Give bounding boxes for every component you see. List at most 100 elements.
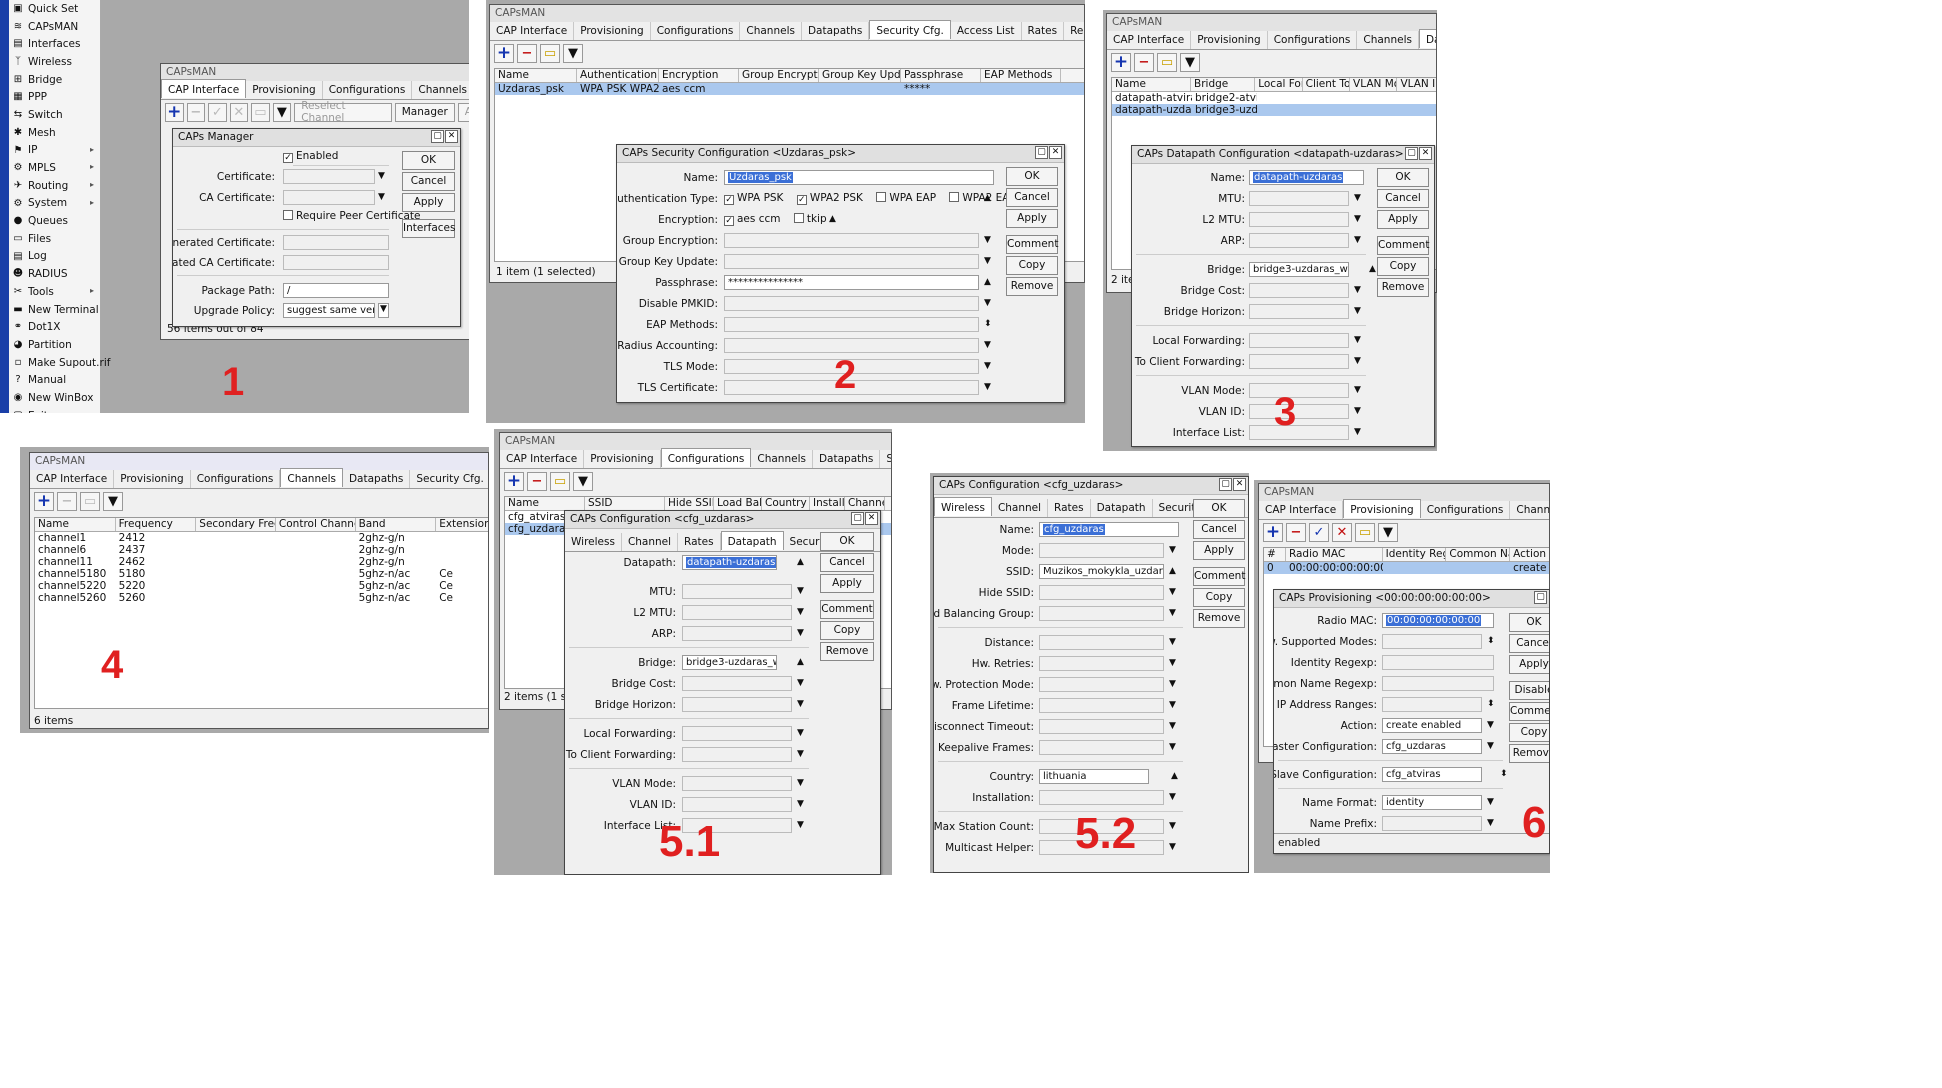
dropdown-icon[interactable]: ▼ — [1354, 306, 1361, 316]
menu-item-ppp[interactable]: ▦ PPP — [9, 88, 100, 106]
cancel-button[interactable]: Cancel — [1006, 188, 1058, 207]
dropdown-icon[interactable]: ▼ — [1354, 285, 1361, 295]
eap-radius-accounting-field[interactable] — [724, 338, 979, 353]
tab-cap-interface[interactable]: CAP Interface — [490, 22, 575, 40]
vlan-id-field[interactable] — [682, 797, 792, 812]
remove-button[interactable]: − — [517, 43, 537, 63]
l2mtu-field[interactable] — [682, 605, 792, 620]
country-field[interactable]: lithuania — [1039, 769, 1149, 784]
table-row[interactable]: channel5220 5220 5ghz-n/ac Ce — [35, 580, 488, 592]
comment-button[interactable]: Comment — [1509, 702, 1549, 721]
column-header[interactable]: Name — [505, 497, 585, 510]
column-header[interactable]: Hide SSID — [665, 497, 714, 510]
column-header[interactable]: Common Nam... — [1446, 548, 1511, 561]
tab-rates[interactable]: Rates — [1022, 22, 1065, 40]
filter-icon[interactable]: ▼ — [563, 43, 583, 63]
comment-button[interactable]: Comment — [820, 600, 874, 619]
tab-remote-cap[interactable]: Remote CAP — [1064, 22, 1084, 40]
dropdown-icon[interactable]: ▼ — [1169, 587, 1176, 597]
close-icon[interactable]: ✕ — [1233, 478, 1246, 491]
datapath-field[interactable]: datapath-uzdaras — [682, 555, 777, 570]
disconnect-timeout-field[interactable] — [1039, 719, 1164, 734]
bridge-field[interactable]: bridge3-uzdaras_wifi — [1249, 262, 1349, 277]
copy-button[interactable]: Copy — [1193, 588, 1245, 607]
dropdown-icon[interactable]: ▼ — [1354, 427, 1361, 437]
table-row[interactable]: channel6 2437 2ghz-g/n — [35, 544, 488, 556]
dropdown-icon[interactable]: ▼ — [1354, 235, 1361, 245]
tab-provisioning[interactable]: Provisioning — [246, 81, 323, 99]
slave-configuration-field[interactable]: cfg_atviras — [1382, 767, 1482, 782]
table-row[interactable]: Uzdaras_psk WPA PSK WPA2 ...aes ccm ***** — [495, 83, 1084, 95]
bridge-cost-field[interactable] — [1249, 283, 1349, 298]
apply-button[interactable]: Apply — [1193, 541, 1245, 560]
collapse-icon[interactable]: ▲ — [797, 557, 804, 567]
column-header[interactable]: Action — [1510, 548, 1549, 561]
column-header[interactable]: Channel — [845, 497, 885, 510]
remove-button[interactable]: Remove — [1509, 744, 1549, 763]
dropdown-icon[interactable]: ▼ — [797, 586, 804, 596]
comment-button[interactable]: ▭ — [251, 102, 270, 122]
vlan-mode-field[interactable] — [682, 776, 792, 791]
installation-field[interactable] — [1039, 790, 1164, 805]
dropdown-icon[interactable]: ▼ — [984, 340, 991, 350]
upgrade-policy-select[interactable]: suggest same version — [283, 303, 375, 318]
column-header[interactable]: Control Channel ... — [276, 518, 356, 531]
maximize-icon[interactable]: ▢ — [1534, 591, 1547, 604]
identity-regexp-field[interactable] — [1382, 655, 1494, 670]
mode-field[interactable] — [1039, 543, 1164, 558]
aes-ccm-checkbox[interactable]: ✓ aes ccm — [724, 213, 780, 226]
dropdown-icon[interactable]: ▼ — [1169, 679, 1176, 689]
dropdown-icon[interactable]: ▼ — [1169, 842, 1176, 852]
ok-button[interactable]: OK — [402, 151, 455, 170]
comment-button[interactable]: ▭ — [540, 43, 560, 63]
column-header[interactable]: EAP Methods — [981, 69, 1061, 82]
wpa2-psk-checkbox[interactable]: ✓ WPA2 PSK — [796, 192, 863, 205]
tab-configurations[interactable]: Configurations — [651, 22, 741, 40]
tkip-checkbox[interactable]: tkip — [793, 213, 827, 225]
menu-item-capsman[interactable]: ≋ CAPsMAN — [9, 18, 100, 36]
ok-button[interactable]: OK — [1006, 167, 1058, 186]
dropdown-icon[interactable]: ▼ — [1487, 797, 1494, 807]
collapse-icon[interactable]: ▲ — [1369, 264, 1376, 274]
dropdown-icon[interactable]: ▼ — [1169, 545, 1176, 555]
close-icon[interactable]: ✕ — [1049, 146, 1062, 159]
collapse-icon[interactable]: ▲ — [829, 214, 836, 224]
tab-wireless[interactable]: Wireless — [934, 497, 992, 516]
menu-item-make-supout-rif[interactable]: ▫ Make Supout.rif — [9, 354, 111, 372]
tab-datapaths[interactable]: Datapaths — [343, 470, 411, 488]
tab-datapath[interactable]: Datapath — [720, 531, 784, 550]
l2mtu-field[interactable] — [1249, 212, 1349, 227]
dropdown-icon[interactable]: ▼ — [1354, 385, 1361, 395]
tab-provisioning[interactable]: Provisioning — [114, 470, 191, 488]
tab-configurations[interactable]: Configurations — [1421, 501, 1511, 519]
copy-button[interactable]: Copy — [1006, 256, 1058, 275]
column-header[interactable]: VLAN Mo... — [1350, 78, 1398, 91]
add-button[interactable]: + — [504, 471, 524, 491]
bridge-horizon-field[interactable] — [682, 697, 792, 712]
menu-item-mpls[interactable]: ⚙ MPLS ▸ — [9, 159, 100, 177]
arp-field[interactable] — [682, 626, 792, 641]
menu-item-bridge[interactable]: ⊞ Bridge — [9, 71, 100, 89]
dropdown-icon[interactable]: ▼ — [797, 820, 804, 830]
name-prefix-field[interactable] — [1382, 816, 1482, 831]
dropdown-icon[interactable]: ▼ — [1169, 742, 1176, 752]
menu-item-interfaces[interactable]: ▤ Interfaces — [9, 35, 100, 53]
spinner-icon[interactable]: ⬍ — [1500, 769, 1508, 779]
apply-button[interactable]: Apply — [1377, 210, 1429, 229]
column-header[interactable]: Secondary Freque... — [196, 518, 276, 531]
eap-methods-field[interactable] — [724, 317, 979, 332]
tab-datapath[interactable]: Datapath — [1091, 499, 1153, 517]
column-header[interactable]: Country — [762, 497, 810, 510]
maximize-icon[interactable]: ▢ — [431, 130, 444, 143]
tab-rates[interactable]: Rates — [1048, 499, 1091, 517]
column-header[interactable]: Name — [495, 69, 577, 82]
vlan-id-field[interactable] — [1249, 404, 1349, 419]
remove-button[interactable]: − — [1286, 522, 1306, 542]
dropdown-icon[interactable]: ▼ — [1169, 700, 1176, 710]
local-forwarding-field[interactable] — [1249, 333, 1349, 348]
dropdown-icon[interactable]: ▼ — [378, 171, 385, 181]
add-button[interactable]: + — [165, 102, 184, 122]
spinner-icon[interactable]: ⬍ — [1487, 699, 1495, 709]
tab-datapaths[interactable]: Datapaths — [802, 22, 870, 40]
a-button[interactable]: A — [457, 102, 469, 122]
